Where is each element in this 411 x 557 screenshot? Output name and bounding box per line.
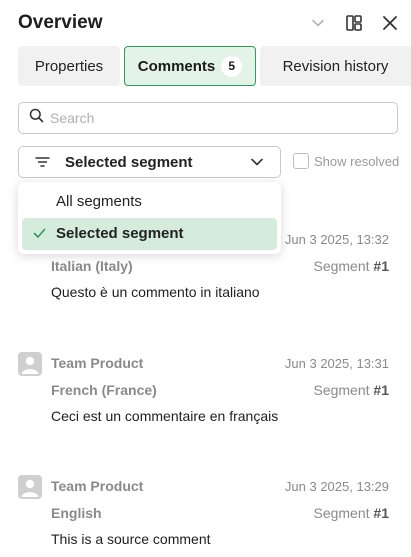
comment-author: Team Product	[51, 355, 144, 371]
show-resolved-label: Show resolved	[314, 153, 400, 169]
show-resolved-checkbox[interactable]	[293, 153, 309, 169]
comment-language: English	[51, 505, 102, 521]
option-label: Selected segment	[56, 225, 184, 242]
comment-text: Ceci est un commentaire en français	[51, 408, 279, 424]
comment-timestamp: Jun 3 2025, 13:31	[284, 356, 389, 371]
checkmark-icon	[33, 226, 46, 243]
comment-timestamp: Jun 3 2025, 13:29	[284, 479, 389, 494]
comment-segment[interactable]: Segment #1	[313, 505, 389, 521]
filter-lines-icon	[35, 155, 50, 174]
show-resolved-toggle[interactable]: Show resolved	[293, 153, 399, 169]
comment-language: French (France)	[51, 382, 157, 398]
user-avatar-icon	[18, 475, 42, 499]
comment-count-badge: 5	[221, 55, 243, 77]
segment-number: #1	[373, 258, 389, 274]
chevron-down-icon[interactable]	[307, 12, 329, 34]
search-box	[18, 102, 398, 134]
tab-properties[interactable]: Properties	[18, 46, 120, 86]
segment-filter-dropdown: All segments Selected segment	[18, 182, 281, 254]
segment-number: #1	[373, 505, 389, 521]
comment-item: Team Product Jun 3 2025, 13:31 French (F…	[18, 352, 389, 432]
segment-number: #1	[373, 382, 389, 398]
close-icon[interactable]	[379, 12, 401, 34]
comment-timestamp: Jun 3 2025, 13:32	[284, 232, 389, 247]
tab-label: Properties	[34, 57, 104, 75]
comment-text: This is a source comment	[51, 531, 211, 547]
segment-prefix: Segment	[313, 505, 374, 521]
segment-prefix: Segment	[313, 382, 374, 398]
comment-item: Team Product Jun 3 2025, 13:29 English S…	[18, 475, 389, 555]
search-icon	[29, 108, 44, 128]
comment-segment[interactable]: Segment #1	[313, 382, 389, 398]
option-label: All segments	[56, 193, 142, 210]
tab-label: Comments	[137, 57, 216, 75]
segment-filter-select[interactable]: Selected segment	[18, 146, 281, 178]
tab-label: Revision history	[282, 57, 389, 75]
comment-author: Team Product	[51, 478, 144, 494]
comment-language: Italian (Italy)	[51, 258, 133, 274]
panel-header: Overview	[18, 10, 401, 38]
comment-text: Questo è un commento in italiano	[51, 284, 260, 300]
layout-panel-icon[interactable]	[343, 12, 365, 34]
comment-segment[interactable]: Segment #1	[313, 258, 389, 274]
dropdown-option-all-segments[interactable]: All segments	[22, 186, 277, 218]
search-input[interactable]	[50, 110, 370, 126]
tab-bar: Properties Comments 5 Revision history	[18, 46, 411, 86]
tab-comments[interactable]: Comments 5	[124, 46, 256, 86]
filter-selected-value: Selected segment	[65, 154, 193, 171]
segment-prefix: Segment	[313, 258, 374, 274]
user-avatar-icon	[18, 352, 42, 376]
dropdown-option-selected-segment[interactable]: Selected segment	[22, 218, 277, 250]
tab-revision-history[interactable]: Revision history	[260, 46, 411, 86]
chevron-down-icon	[250, 155, 264, 174]
panel-title: Overview	[18, 12, 103, 33]
